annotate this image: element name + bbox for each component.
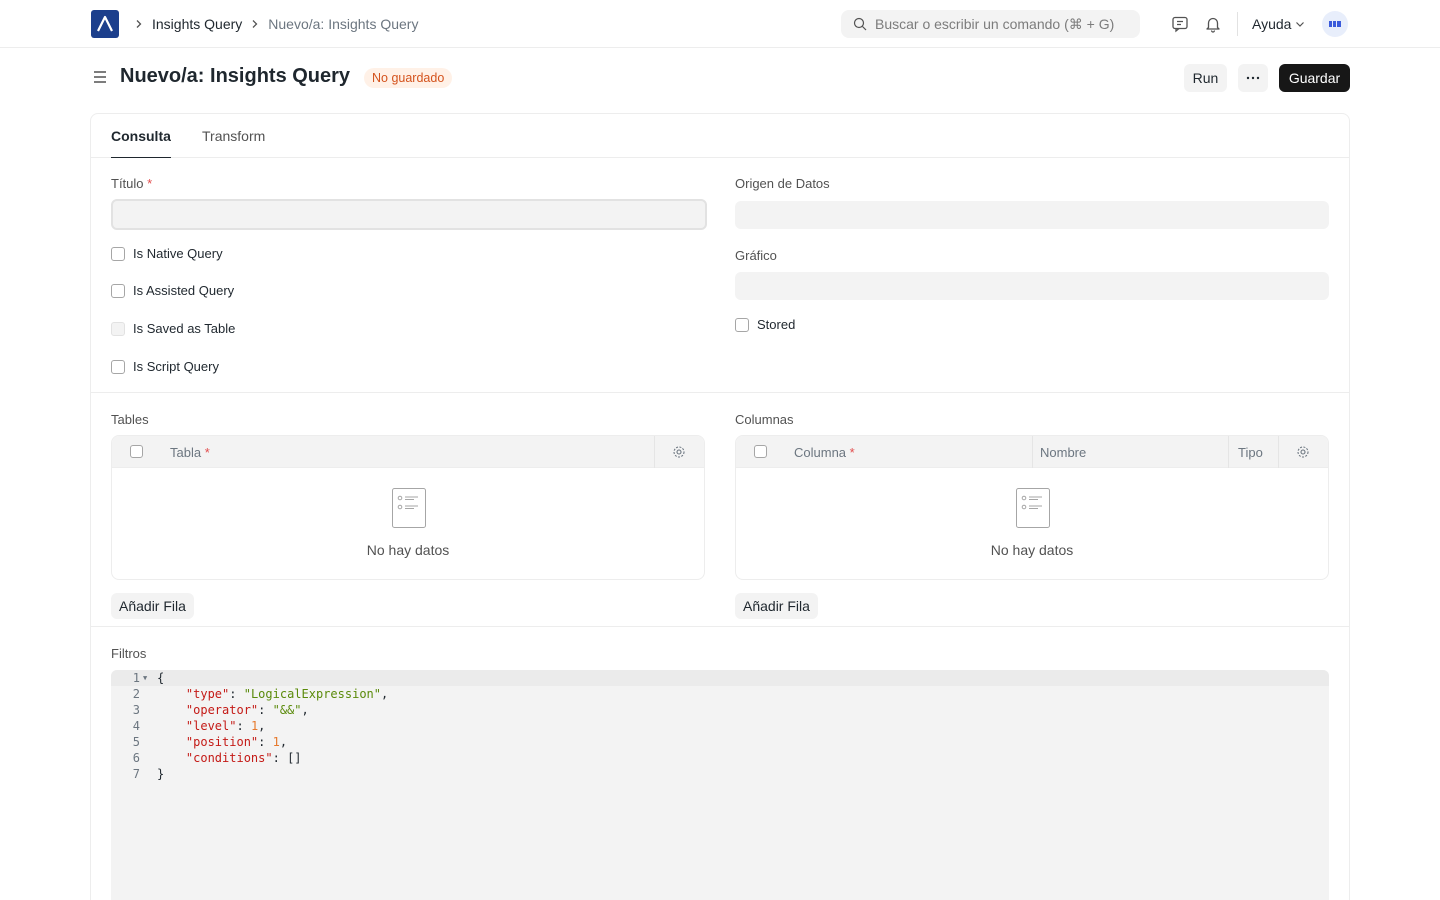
- checkbox[interactable]: [735, 317, 749, 332]
- breadcrumb-item-insights-query[interactable]: Insights Query: [152, 16, 242, 32]
- title-input[interactable]: [111, 199, 707, 230]
- line-number: 7: [132, 767, 140, 781]
- column-separator: [1032, 436, 1033, 468]
- checkbox-is-saved-as-table: Is Saved as Table: [111, 321, 235, 336]
- empty-state-text: No hay datos: [366, 542, 450, 558]
- tab-consulta[interactable]: Consulta: [111, 114, 171, 158]
- column-header-columna: Columna *: [794, 444, 855, 460]
- code-line: {: [157, 671, 165, 685]
- checkbox[interactable]: [111, 359, 125, 374]
- checkbox-disabled: [111, 321, 125, 336]
- code-line: "operator": "&&",: [185, 703, 309, 717]
- code-line: "type": "LogicalExpression",: [185, 687, 389, 701]
- select-all-checkbox[interactable]: [754, 445, 767, 458]
- page-title: Nuevo/a: Insights Query: [120, 65, 351, 87]
- navbar: Insights Query Nuevo/a: Insights Query A…: [0, 0, 1440, 48]
- save-button[interactable]: Guardar: [1279, 64, 1350, 92]
- checkbox[interactable]: [111, 283, 125, 298]
- chevron-down-icon: [1296, 22, 1305, 27]
- run-button[interactable]: Run: [1184, 64, 1227, 92]
- help-dropdown[interactable]: Ayuda: [1252, 0, 1305, 48]
- add-column-row-button[interactable]: Añadir Fila: [735, 593, 818, 619]
- empty-list-icon: [392, 488, 426, 528]
- line-number: 5: [132, 735, 140, 749]
- search-input[interactable]: [875, 16, 1135, 32]
- chat-icon[interactable]: [1170, 14, 1190, 34]
- data-source-label: Origen de Datos: [735, 176, 830, 191]
- column-separator: [1278, 436, 1279, 468]
- filters-label: Filtros: [111, 646, 147, 661]
- checkbox-is-script-query[interactable]: Is Script Query: [111, 359, 219, 374]
- columns-label: Columnas: [735, 412, 794, 427]
- empty-list-icon: [1016, 488, 1050, 528]
- column-separator: [654, 436, 655, 468]
- hamburger-menu-icon: [94, 71, 106, 83]
- more-actions-button[interactable]: [1238, 64, 1268, 92]
- section-divider: [91, 626, 1349, 627]
- columns-grid: Columna * Nombre Tipo No hay datos: [735, 435, 1329, 580]
- search-icon: [853, 17, 867, 31]
- insights-logo-icon: [97, 15, 113, 32]
- code-line: }: [157, 767, 165, 781]
- code-line: "position": 1,: [185, 735, 288, 749]
- avatar-initials-icon: [1329, 21, 1341, 27]
- filters-code-editor[interactable]: 1 ▼ 2 3 4 5 6 7 { "type": "LogicalExpres…: [111, 670, 1329, 900]
- grid-settings-icon[interactable]: [672, 445, 686, 462]
- chevron-right-icon: [134, 19, 144, 29]
- ellipsis-icon: [1246, 76, 1260, 80]
- navbar-divider: [1237, 12, 1238, 36]
- code-line: "conditions": []: [185, 751, 302, 765]
- line-number: 1: [132, 671, 140, 685]
- chart-input[interactable]: [735, 272, 1329, 300]
- title-field-label: Título *: [111, 176, 153, 191]
- sidebar-toggle[interactable]: [91, 68, 109, 86]
- chart-label: Gráfico: [735, 248, 777, 263]
- tables-label: Tables: [111, 412, 149, 427]
- bell-icon[interactable]: [1203, 14, 1223, 34]
- code-line: "level": 1,: [185, 719, 266, 733]
- page-head: Nuevo/a: Insights Query No guardado Run …: [0, 48, 1440, 108]
- chevron-right-icon: [250, 19, 260, 29]
- app-logo[interactable]: [91, 10, 119, 38]
- select-all-checkbox[interactable]: [130, 445, 143, 458]
- tables-grid: Tabla * No hay datos: [111, 435, 705, 580]
- breadcrumb: Insights Query Nuevo/a: Insights Query: [130, 0, 418, 48]
- grid-header: Tabla *: [112, 436, 704, 468]
- checkbox-is-assisted-query[interactable]: Is Assisted Query: [111, 283, 234, 298]
- line-number: 6: [132, 751, 140, 765]
- data-source-input[interactable]: [735, 201, 1329, 229]
- form-tabs: Consulta Transform: [91, 114, 1349, 158]
- checkbox-is-native-query[interactable]: Is Native Query: [111, 246, 223, 261]
- column-header-nombre: Nombre: [1040, 444, 1087, 460]
- checkbox-stored[interactable]: Stored: [735, 317, 795, 332]
- user-avatar[interactable]: [1322, 11, 1348, 37]
- empty-state-text: No hay datos: [990, 542, 1074, 558]
- grid-settings-icon[interactable]: [1296, 445, 1310, 462]
- line-number: 3: [132, 703, 140, 717]
- column-separator: [1228, 436, 1229, 468]
- active-line-highlight: [111, 670, 1329, 686]
- tab-transform[interactable]: Transform: [202, 114, 265, 158]
- form-card: Consulta Transform Título * Is Native Qu…: [90, 113, 1350, 900]
- grid-header: Columna * Nombre Tipo: [736, 436, 1328, 468]
- column-header-tipo: Tipo: [1238, 444, 1263, 460]
- column-header-tabla: Tabla *: [170, 444, 210, 460]
- fold-arrow-icon[interactable]: ▼: [143, 670, 147, 686]
- line-number: 4: [132, 719, 140, 733]
- help-label: Ayuda: [1252, 16, 1292, 32]
- status-badge: No guardado: [364, 68, 453, 88]
- add-table-row-button[interactable]: Añadir Fila: [111, 593, 194, 619]
- checkbox[interactable]: [111, 246, 125, 261]
- section-divider: [91, 392, 1349, 393]
- line-number: 2: [132, 687, 140, 701]
- awesomebar-search[interactable]: [841, 10, 1140, 38]
- breadcrumb-item-current[interactable]: Nuevo/a: Insights Query: [268, 16, 418, 32]
